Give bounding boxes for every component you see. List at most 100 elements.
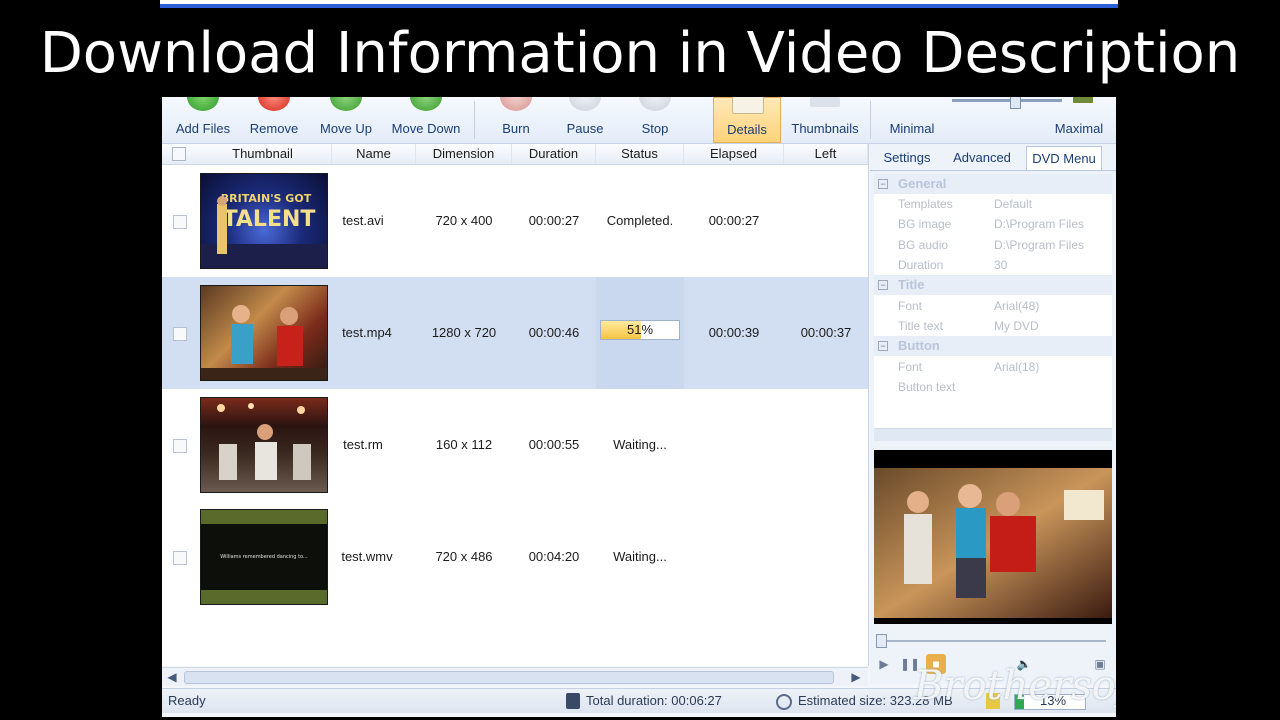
group-button[interactable]: − Button: [874, 336, 1112, 356]
file-status: Completed.: [606, 213, 674, 228]
file-elapsed: 00:00:27: [708, 213, 760, 228]
table-row[interactable]: test.mp4 1280 x 720 00:00:46 51% 00:00:3…: [162, 277, 868, 389]
progress-text: 51%: [626, 322, 654, 337]
column-header-status[interactable]: Status: [596, 144, 684, 164]
arrow-down-icon: [410, 97, 442, 111]
talent-show-thumbnail-art: BRITAIN'S GOT TALENT: [201, 192, 327, 268]
file-duration: 00:04:20: [528, 549, 580, 564]
stop-button[interactable]: Stop: [628, 97, 682, 143]
dancers-thumbnail-art: [201, 305, 327, 380]
file-status: Waiting...: [613, 437, 667, 452]
file-dimension: 1280 x 720: [431, 325, 497, 340]
property-row[interactable]: Templates Default: [874, 194, 1112, 214]
row-checkbox[interactable]: [173, 551, 187, 565]
group-general[interactable]: − General: [874, 174, 1112, 194]
property-row[interactable]: Button text: [874, 377, 1112, 397]
select-all-checkbox[interactable]: [172, 147, 186, 161]
video-thumbnail: BRITAIN'S GOT TALENT: [200, 173, 328, 269]
details-view-icon: [732, 97, 764, 114]
details-view-button[interactable]: Details: [713, 97, 781, 143]
thumbnails-view-button[interactable]: Thumbnails: [788, 97, 862, 143]
file-duration: 00:00:46: [528, 325, 580, 340]
column-header-dimension[interactable]: Dimension: [416, 144, 512, 164]
film-icon: [566, 693, 580, 709]
remove-button[interactable]: Remove: [242, 97, 306, 143]
file-elapsed: [684, 389, 784, 501]
file-duration: 00:00:27: [528, 213, 580, 228]
property-row[interactable]: Font Arial(18): [874, 357, 1112, 377]
file-name: test.wmv: [341, 549, 393, 564]
move-down-button[interactable]: Move Down: [388, 97, 464, 143]
file-name: test.avi: [342, 213, 384, 228]
column-header-thumbnail[interactable]: Thumbnail: [194, 144, 332, 164]
text-card-thumbnail-art: Williams remembered dancing to...: [201, 510, 327, 604]
burn-button[interactable]: Burn: [488, 97, 544, 143]
table-row[interactable]: BRITAIN'S GOT TALENT test.avi 720 x 400 …: [162, 165, 868, 277]
table-row[interactable]: test.rm 160 x 112 00:00:55 Waiting...: [162, 389, 868, 501]
total-duration-text: Total duration: 00:06:27: [586, 693, 722, 708]
horizontal-scrollbar[interactable]: ◀ ▶: [162, 667, 868, 686]
table-row[interactable]: Williams remembered dancing to... test.w…: [162, 501, 868, 613]
pause-icon: [569, 97, 601, 111]
toolbar-separator: [870, 101, 871, 139]
move-up-button[interactable]: Move Up: [312, 97, 380, 143]
collapse-icon[interactable]: −: [878, 280, 888, 290]
row-checkbox[interactable]: [173, 439, 187, 453]
row-checkbox[interactable]: [173, 215, 187, 229]
thumbnails-view-icon: [810, 97, 840, 107]
settings-tabs: Settings Advanced DVD Menu: [870, 144, 1116, 171]
video-thumbnail: Williams remembered dancing to...: [200, 509, 328, 605]
view-size-slider-thumb[interactable]: [1010, 97, 1021, 109]
preview-seek-slider[interactable]: [874, 632, 1112, 648]
property-row[interactable]: BG audio D:\Program Files: [874, 235, 1112, 255]
column-header-name[interactable]: Name: [332, 144, 416, 164]
file-elapsed: 00:00:39: [708, 325, 760, 340]
file-status: Waiting...: [613, 549, 667, 564]
file-dimension: 720 x 400: [435, 213, 493, 228]
file-duration: 00:00:55: [528, 437, 580, 452]
file-name: test.mp4: [342, 325, 392, 340]
property-row[interactable]: BG image D:\Program Files: [874, 214, 1112, 234]
play-icon[interactable]: ▶: [874, 654, 894, 674]
collapse-icon[interactable]: −: [878, 341, 888, 351]
seek-slider-thumb[interactable]: [876, 634, 887, 648]
burn-icon: [500, 97, 532, 111]
column-header-elapsed[interactable]: Elapsed: [684, 144, 784, 164]
preview-frame-art: [874, 468, 1112, 618]
conversion-progress-bar: 51%: [600, 320, 680, 340]
property-grid: − General Templates Default BG image D:\Pr…: [874, 174, 1112, 436]
scroll-left-icon[interactable]: ◀: [164, 669, 180, 685]
property-row[interactable]: Font Arial(48): [874, 296, 1112, 316]
property-row[interactable]: Duration 30: [874, 255, 1112, 275]
crowd-thumbnail-art: [217, 403, 311, 480]
toolbar-separator: [474, 101, 475, 139]
collapse-icon[interactable]: −: [878, 179, 888, 189]
thumbnail-caption: Williams remembered dancing to...: [220, 554, 308, 560]
row-checkbox[interactable]: [173, 327, 187, 341]
disc-icon: [776, 694, 792, 710]
scroll-right-icon[interactable]: ▶: [848, 669, 864, 685]
property-row[interactable]: Title text My DVD: [874, 316, 1112, 336]
minimal-view-button[interactable]: Minimal: [882, 97, 942, 143]
status-ready-text: Ready: [168, 693, 206, 708]
video-preview: [874, 450, 1112, 624]
video-thumbnail: [200, 397, 328, 493]
panel-splitter[interactable]: [874, 428, 1112, 441]
maximal-view-button[interactable]: Maximal: [1046, 97, 1112, 143]
group-title[interactable]: − Title: [874, 275, 1112, 295]
file-list-header: Thumbnail Name Dimension Duration Status…: [162, 144, 868, 165]
tab-settings[interactable]: Settings: [876, 146, 938, 170]
file-time-left: [784, 389, 868, 501]
add-icon: [187, 97, 219, 111]
remove-icon: [258, 97, 290, 111]
svg-text:BRITAIN'S GOT: BRITAIN'S GOT: [221, 192, 312, 205]
pause-button[interactable]: Pause: [558, 97, 612, 143]
column-header-left[interactable]: Left: [784, 144, 868, 164]
video-thumbnail: [200, 285, 328, 381]
column-header-duration[interactable]: Duration: [512, 144, 596, 164]
tab-advanced[interactable]: Advanced: [946, 146, 1018, 170]
scrollbar-thumb[interactable]: [184, 671, 834, 684]
file-time-left: [784, 165, 868, 277]
add-files-button[interactable]: Add Files: [168, 97, 238, 143]
tab-dvd-menu[interactable]: DVD Menu: [1026, 146, 1102, 170]
